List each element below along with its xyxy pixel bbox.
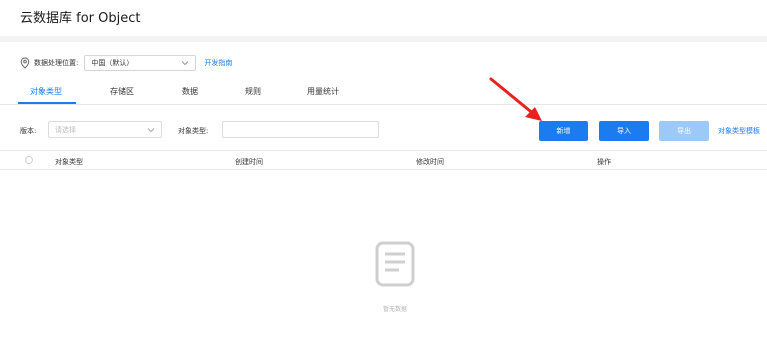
tab-rules[interactable]: 规则: [245, 86, 261, 97]
app-header: 云数据库 for Object: [0, 0, 767, 36]
tab-data[interactable]: 数据: [182, 86, 198, 97]
import-button[interactable]: 导入: [599, 121, 649, 141]
version-label: 版本:: [20, 127, 37, 135]
chevron-down-icon: [182, 61, 189, 66]
document-icon: [375, 241, 415, 287]
chevron-down-icon: [147, 127, 155, 132]
location-label: 数据处理位置:: [34, 59, 79, 67]
active-tab-indicator: [18, 102, 76, 104]
empty-state-text: 暂无数据: [382, 306, 407, 313]
annotation-arrow-icon: [489, 77, 542, 121]
page-title: 云数据库 for Object: [20, 11, 141, 26]
location-row: 数据处理位置: 中国（默认） 开发指南: [20, 54, 232, 72]
column-modified-time: 修改时间: [416, 158, 444, 166]
object-type-template-link[interactable]: 对象类型模板: [718, 126, 760, 136]
new-button[interactable]: 新增: [539, 121, 588, 141]
column-actions: 操作: [597, 158, 611, 166]
tab-bar: 对象类型 存储区 数据 规则 用量统计: [0, 84, 767, 105]
tab-object-types[interactable]: 对象类型: [30, 86, 62, 97]
tab-usage-stats[interactable]: 用量统计: [307, 86, 339, 97]
location-value: 中国（默认）: [91, 59, 134, 67]
map-pin-icon: [20, 57, 30, 69]
object-type-input[interactable]: [222, 121, 379, 138]
table-header: 对象类型 创建时间 修改时间 操作: [0, 150, 767, 170]
tab-storage[interactable]: 存储区: [110, 86, 134, 97]
main-panel: 数据处理位置: 中国（默认） 开发指南 对象类型 存储区 数据 规则 用量统计 …: [0, 42, 767, 364]
version-select[interactable]: 请选择: [48, 121, 162, 138]
select-all-checkbox[interactable]: [25, 156, 33, 164]
version-placeholder: 请选择: [55, 125, 76, 134]
dev-guide-link[interactable]: 开发指南: [204, 58, 232, 68]
export-button[interactable]: 导出: [659, 121, 709, 141]
location-select[interactable]: 中国（默认）: [84, 55, 197, 71]
column-object-type: 对象类型: [55, 158, 83, 166]
object-type-label: 对象类型:: [178, 127, 209, 135]
column-created-time: 创建时间: [235, 158, 263, 166]
